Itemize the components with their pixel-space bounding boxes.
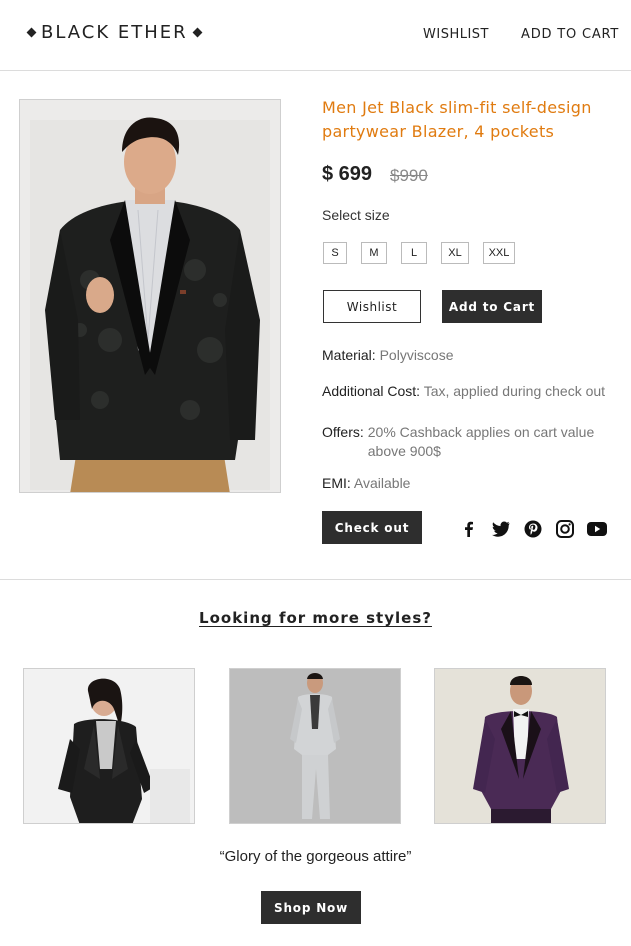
size-option-xxl[interactable]: XXL — [483, 242, 515, 264]
style-thumbnail-3[interactable] — [434, 668, 606, 824]
style-thumbnail-1[interactable] — [23, 668, 195, 824]
pinterest-icon[interactable] — [523, 519, 543, 539]
material-label: Material: — [322, 347, 376, 363]
woman-black-blazer-illustration — [24, 669, 194, 823]
additional-cost-value: Tax, applied during check out — [423, 383, 606, 399]
brand-name: BLACK ETHER — [41, 22, 188, 43]
shop-now-button[interactable]: Shop Now — [261, 891, 361, 924]
product-title: Men Jet Black slim-fit self-design party… — [322, 98, 592, 141]
additional-cost-row: Additional Cost: Tax, applied during che… — [322, 383, 605, 399]
offers-label: Offers: — [322, 424, 364, 440]
site-header: BLACK ETHER WISHLIST ADD TO CART — [0, 0, 631, 71]
size-option-m[interactable]: M — [361, 242, 387, 264]
checkout-button[interactable]: Check out — [322, 511, 422, 544]
additional-cost-label: Additional Cost: — [322, 383, 421, 399]
brand-logo[interactable]: BLACK ETHER — [22, 22, 207, 43]
size-option-l[interactable]: L — [401, 242, 427, 264]
nav-add-to-cart-link[interactable]: ADD TO CART — [521, 27, 619, 42]
man-grey-suit-illustration — [230, 669, 400, 823]
offers-row: Offers: 20% Cashback applies on cart val… — [322, 423, 622, 461]
style-thumbnail-2[interactable] — [229, 668, 401, 824]
emi-row: EMI: Available — [322, 475, 410, 491]
diamond-icon — [192, 27, 203, 38]
man-purple-tuxedo-illustration — [435, 669, 605, 823]
material-value: Polyviscose — [379, 347, 454, 363]
size-label: Select size — [322, 207, 390, 223]
emi-label: EMI: — [322, 475, 351, 491]
youtube-icon[interactable] — [587, 519, 607, 539]
social-links — [459, 519, 619, 539]
product-old-price: $990 — [390, 166, 428, 185]
more-styles-link[interactable]: Looking for more styles? — [199, 609, 432, 627]
material-row: Material: Polyviscose — [322, 347, 454, 363]
size-option-xl[interactable]: XL — [441, 242, 469, 264]
twitter-icon[interactable] — [491, 519, 511, 539]
nav-wishlist-link[interactable]: WISHLIST — [423, 27, 489, 42]
instagram-icon[interactable] — [555, 519, 575, 539]
product-price: $ 699 — [322, 163, 373, 185]
more-styles-heading: Looking for more styles? — [0, 609, 631, 627]
diamond-icon — [26, 27, 37, 38]
facebook-icon[interactable] — [459, 519, 479, 539]
product-image — [19, 99, 281, 493]
tagline-quote: “Glory of the gorgeous attire” — [219, 848, 412, 865]
offers-value: 20% Cashback applies on cart value above… — [367, 424, 595, 459]
section-divider — [0, 579, 631, 580]
size-selector: S M L XL XXL — [323, 242, 529, 264]
add-to-cart-button[interactable]: Add to Cart — [442, 290, 542, 323]
wishlist-button[interactable]: Wishlist — [323, 290, 421, 323]
blazer-model-illustration — [20, 100, 280, 492]
size-option-s[interactable]: S — [323, 242, 347, 264]
emi-value: Available — [353, 475, 411, 491]
